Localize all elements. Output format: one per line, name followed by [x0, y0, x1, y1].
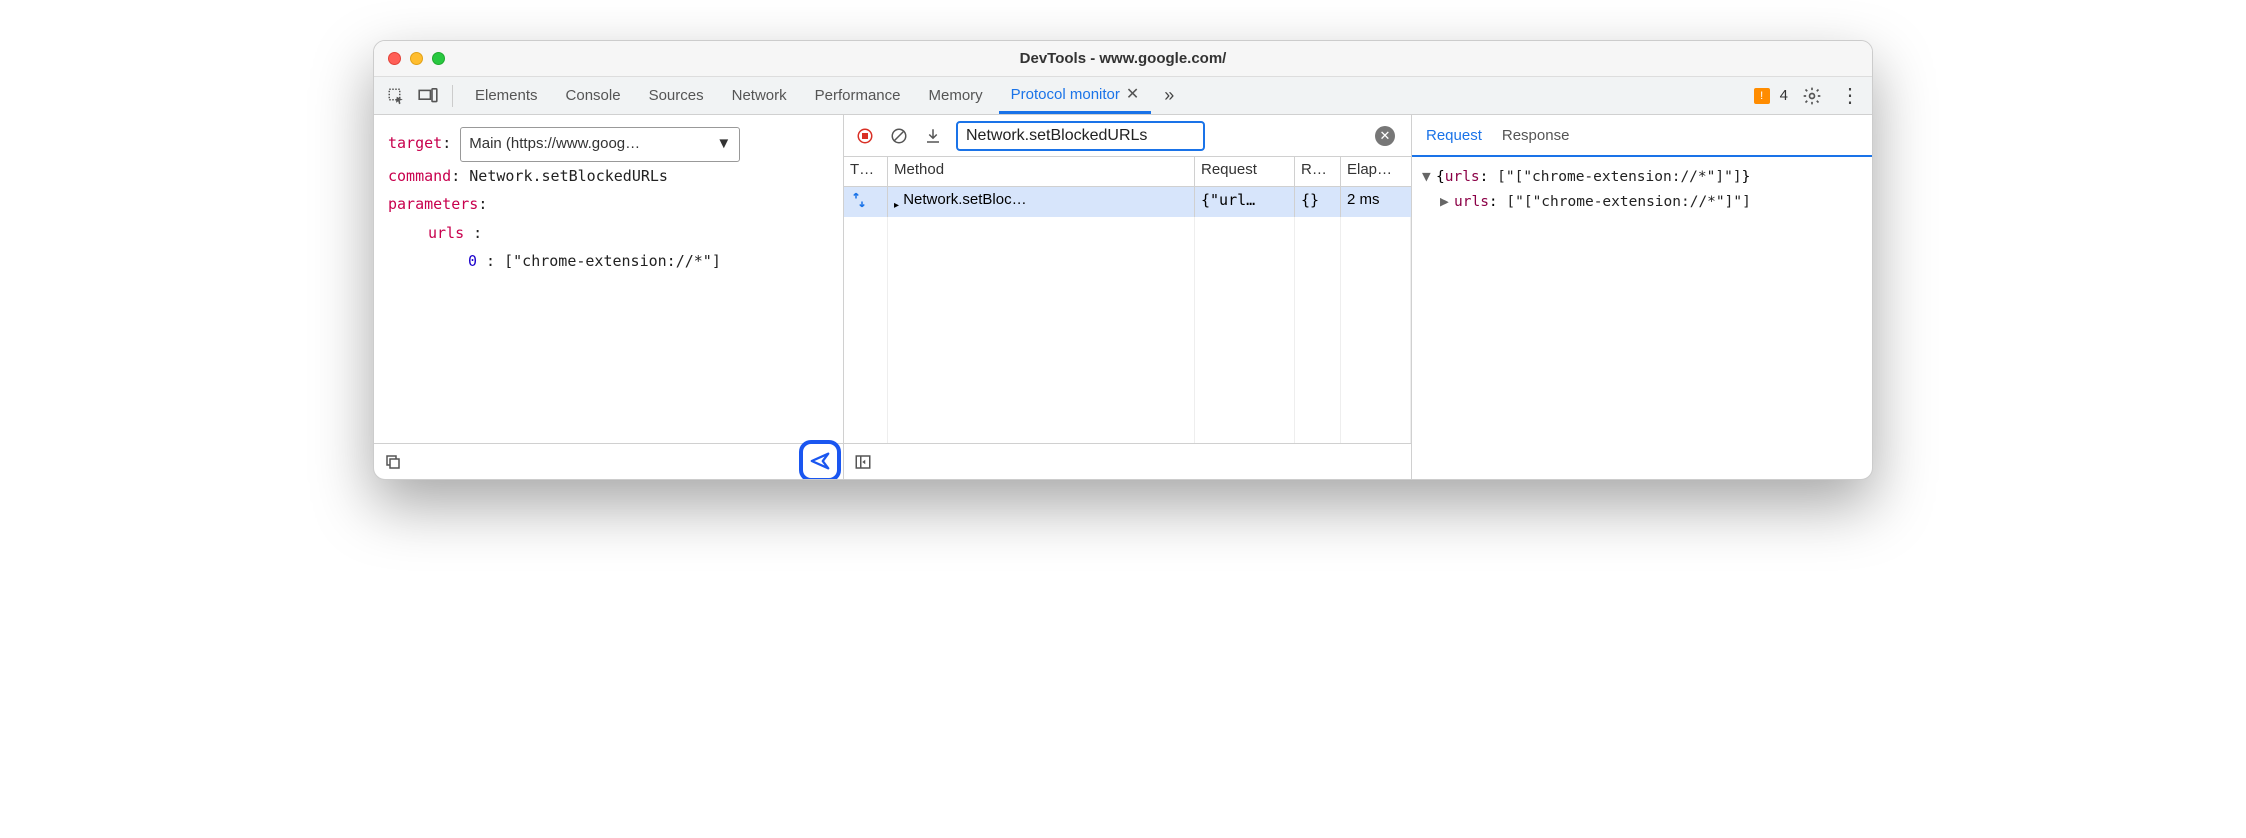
- param-key: urls: [428, 224, 464, 242]
- col-request[interactable]: Request: [1195, 157, 1295, 186]
- left-footer: [374, 443, 843, 479]
- device-toolbar-icon[interactable]: [414, 82, 442, 110]
- details-panel: Request Response ▼{urls: ["["chrome-exte…: [1412, 115, 1872, 479]
- log-row[interactable]: ▸ Network.setBloc… {"url… {} 2 ms: [844, 187, 1411, 217]
- tab-performance[interactable]: Performance: [803, 77, 913, 114]
- main-toolbar: Elements Console Sources Network Perform…: [374, 77, 1872, 115]
- tree-root[interactable]: ▼{urls: ["["chrome-extension://*"]"]}: [1422, 165, 1862, 190]
- tab-elements[interactable]: Elements: [463, 77, 550, 114]
- target-select-value: Main (https://www.goog…: [469, 130, 640, 159]
- command-row: command: Network.setBlockedURLs: [388, 162, 829, 191]
- command-value[interactable]: Network.setBlockedURLs: [469, 167, 668, 185]
- log-body: ▸ Network.setBloc… {"url… {} 2 ms: [844, 187, 1411, 443]
- protocol-log-panel: ✕ T… Method Request R… Elap… ▸ Network.s…: [844, 115, 1412, 479]
- row-method: ▸ Network.setBloc…: [888, 187, 1195, 217]
- settings-gear-icon[interactable]: [1798, 82, 1826, 110]
- tab-protocol-monitor-label: Protocol monitor: [1011, 86, 1120, 103]
- details-tab-request[interactable]: Request: [1426, 127, 1482, 144]
- parameters-label: parameters: [388, 195, 478, 213]
- chevron-down-icon: ▼: [716, 130, 731, 159]
- command-editor-panel: target: Main (https://www.goog… ▼ comman…: [374, 115, 844, 479]
- row-response: {}: [1295, 187, 1341, 217]
- param-value[interactable]: ["chrome-extension://*"]: [504, 252, 721, 270]
- target-select[interactable]: Main (https://www.goog… ▼: [460, 127, 740, 162]
- more-tabs-icon[interactable]: »: [1155, 82, 1183, 110]
- target-row: target: Main (https://www.goog… ▼: [388, 127, 829, 162]
- mid-footer: [844, 443, 1411, 479]
- send-command-button[interactable]: [799, 440, 841, 480]
- tab-memory[interactable]: Memory: [917, 77, 995, 114]
- collapse-arrow-icon[interactable]: ▶: [1440, 190, 1454, 215]
- inspect-element-icon[interactable]: [382, 82, 410, 110]
- param-urls-item: 0 : ["chrome-extension://*"]: [388, 247, 829, 276]
- param-urls-row: urls :: [388, 219, 829, 248]
- tab-sources[interactable]: Sources: [637, 77, 716, 114]
- target-label: target: [388, 134, 442, 152]
- col-method[interactable]: Method: [888, 157, 1195, 186]
- col-response[interactable]: R…: [1295, 157, 1341, 186]
- tab-console[interactable]: Console: [554, 77, 633, 114]
- toggle-sidebar-icon[interactable]: [854, 453, 872, 471]
- expand-arrow-icon[interactable]: ▼: [1422, 165, 1436, 190]
- clear-log-icon[interactable]: [888, 125, 910, 147]
- copy-icon[interactable]: [384, 453, 402, 471]
- warning-count[interactable]: 4: [1780, 87, 1788, 104]
- filter-input[interactable]: [956, 121, 1205, 151]
- col-elapsed[interactable]: Elap…: [1341, 157, 1411, 186]
- details-tab-response[interactable]: Response: [1502, 127, 1570, 144]
- row-request: {"url…: [1195, 187, 1295, 217]
- col-type[interactable]: T…: [844, 157, 888, 186]
- tree-child[interactable]: ▶urls: ["["chrome-extension://*"]"]: [1422, 190, 1862, 215]
- row-elapsed: 2 ms: [1341, 187, 1411, 217]
- details-tabs: Request Response: [1412, 115, 1872, 157]
- row-type-icon: [844, 187, 888, 217]
- warning-badge-icon[interactable]: !: [1754, 88, 1770, 104]
- devtools-window: DevTools - www.google.com/ Elements Cons…: [373, 40, 1873, 480]
- log-toolbar: ✕: [844, 115, 1411, 157]
- tab-network[interactable]: Network: [720, 77, 799, 114]
- details-body: ▼{urls: ["["chrome-extension://*"]"]} ▶u…: [1412, 157, 1872, 479]
- titlebar: DevTools - www.google.com/: [374, 41, 1872, 77]
- download-icon[interactable]: [922, 125, 944, 147]
- tab-protocol-monitor[interactable]: Protocol monitor ✕: [999, 77, 1152, 114]
- command-label: command: [388, 167, 451, 185]
- clear-filter-icon[interactable]: ✕: [1375, 126, 1395, 146]
- kebab-menu-icon[interactable]: ⋮: [1836, 82, 1864, 110]
- log-header: T… Method Request R… Elap…: [844, 157, 1411, 187]
- param-index: 0: [468, 252, 477, 270]
- record-button[interactable]: [854, 125, 876, 147]
- parameters-row: parameters:: [388, 190, 829, 219]
- close-tab-icon[interactable]: ✕: [1126, 84, 1139, 104]
- window-title: DevTools - www.google.com/: [374, 50, 1872, 67]
